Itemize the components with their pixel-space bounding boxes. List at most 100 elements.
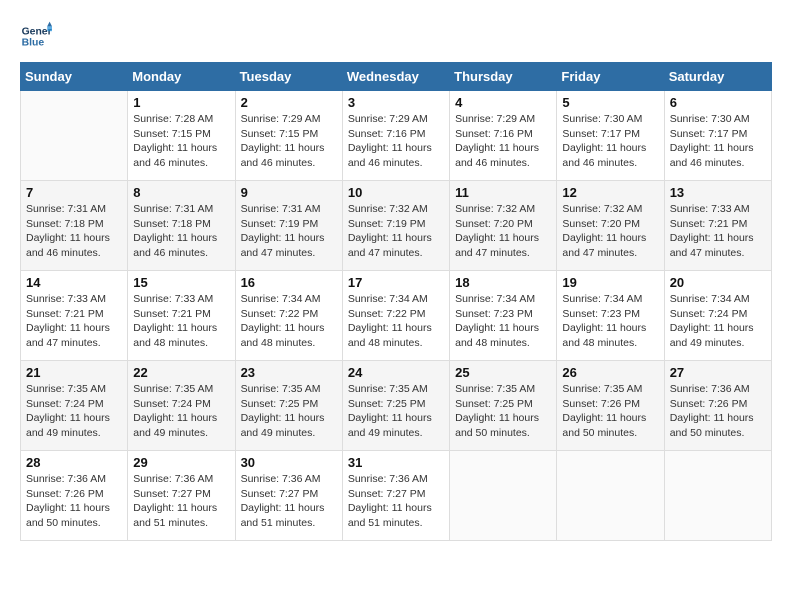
day-info: Sunrise: 7:33 AMSunset: 7:21 PMDaylight:… [133,292,229,351]
calendar-cell: 7Sunrise: 7:31 AMSunset: 7:18 PMDaylight… [21,181,128,271]
page-header: General Blue [20,20,772,52]
day-number: 5 [562,95,658,110]
day-number: 2 [241,95,337,110]
day-info: Sunrise: 7:34 AMSunset: 7:23 PMDaylight:… [562,292,658,351]
day-info: Sunrise: 7:32 AMSunset: 7:20 PMDaylight:… [455,202,551,261]
day-number: 31 [348,455,444,470]
day-info: Sunrise: 7:30 AMSunset: 7:17 PMDaylight:… [562,112,658,171]
calendar-cell: 13 Sunrise: 7:33 AMSunset: 7:21 PMDayligh… [664,181,771,271]
day-info: Sunrise: 7:36 AMSunset: 7:27 PMDaylight:… [348,472,444,531]
calendar-cell: 12 Sunrise: 7:32 AMSunset: 7:20 PMDayligh… [557,181,664,271]
day-number: 10 [348,185,444,200]
day-info: Sunrise: 7:34 AMSunset: 7:24 PMDaylight:… [670,292,766,351]
calendar-cell: 18 Sunrise: 7:34 AMSunset: 7:23 PMDayligh… [450,271,557,361]
calendar-cell: 5 Sunrise: 7:30 AMSunset: 7:17 PMDaylight… [557,91,664,181]
day-info: Sunrise: 7:35 AMSunset: 7:25 PMDaylight:… [348,382,444,441]
calendar-cell: 26 Sunrise: 7:35 AMSunset: 7:26 PMDayligh… [557,361,664,451]
day-number: 8 [133,185,229,200]
day-number: 24 [348,365,444,380]
day-info: Sunrise: 7:32 AMSunset: 7:20 PMDaylight:… [562,202,658,261]
header-sunday: Sunday [21,63,128,91]
calendar-cell: 15 Sunrise: 7:33 AMSunset: 7:21 PMDayligh… [128,271,235,361]
day-number: 1 [133,95,229,110]
day-info: Sunrise: 7:34 AMSunset: 7:22 PMDaylight:… [241,292,337,351]
day-number: 19 [562,275,658,290]
day-number: 15 [133,275,229,290]
day-info: Sunrise: 7:36 AMSunset: 7:27 PMDaylight:… [241,472,337,531]
day-number: 21 [26,365,122,380]
calendar-cell: 11 Sunrise: 7:32 AMSunset: 7:20 PMDayligh… [450,181,557,271]
calendar-cell [557,451,664,541]
day-info: Sunrise: 7:29 AMSunset: 7:16 PMDaylight:… [348,112,444,171]
day-info: Sunrise: 7:31 AMSunset: 7:19 PMDaylight:… [241,202,337,261]
day-info: Sunrise: 7:34 AMSunset: 7:22 PMDaylight:… [348,292,444,351]
logo-icon: General Blue [20,20,52,52]
day-info: Sunrise: 7:36 AMSunset: 7:27 PMDaylight:… [133,472,229,531]
day-number: 6 [670,95,766,110]
logo: General Blue [20,20,52,52]
calendar-cell: 14 Sunrise: 7:33 AMSunset: 7:21 PMDayligh… [21,271,128,361]
day-number: 20 [670,275,766,290]
calendar-cell: 6 Sunrise: 7:30 AMSunset: 7:17 PMDaylight… [664,91,771,181]
day-info: Sunrise: 7:35 AMSunset: 7:24 PMDaylight:… [133,382,229,441]
day-number: 9 [241,185,337,200]
calendar-week-row: 21 Sunrise: 7:35 AMSunset: 7:24 PMDayligh… [21,361,772,451]
day-info: Sunrise: 7:33 AMSunset: 7:21 PMDaylight:… [670,202,766,261]
calendar-cell: 21Sunrise: 7:35 AMSunset: 7:24 PMDayligh… [21,361,128,451]
calendar-cell: 2Sunrise: 7:29 AMSunset: 7:15 PMDaylight… [235,91,342,181]
calendar-cell: 8Sunrise: 7:31 AMSunset: 7:18 PMDaylight… [128,181,235,271]
calendar-week-row: 14 Sunrise: 7:33 AMSunset: 7:21 PMDayligh… [21,271,772,361]
day-number: 18 [455,275,551,290]
calendar-cell: 19 Sunrise: 7:34 AMSunset: 7:23 PMDayligh… [557,271,664,361]
day-number: 22 [133,365,229,380]
calendar-header-row: SundayMondayTuesdayWednesdayThursdayFrid… [21,63,772,91]
day-number: 27 [670,365,766,380]
header-wednesday: Wednesday [342,63,449,91]
calendar-cell: 9 Sunrise: 7:31 AMSunset: 7:19 PMDaylight… [235,181,342,271]
calendar-cell: 27 Sunrise: 7:36 AMSunset: 7:26 PMDayligh… [664,361,771,451]
header-saturday: Saturday [664,63,771,91]
day-info: Sunrise: 7:36 AMSunset: 7:26 PMDaylight:… [26,472,122,531]
day-info: Sunrise: 7:33 AMSunset: 7:21 PMDaylight:… [26,292,122,351]
day-info: Sunrise: 7:32 AMSunset: 7:19 PMDaylight:… [348,202,444,261]
day-info: Sunrise: 7:34 AMSunset: 7:23 PMDaylight:… [455,292,551,351]
calendar-cell: 22 Sunrise: 7:35 AMSunset: 7:24 PMDayligh… [128,361,235,451]
day-number: 13 [670,185,766,200]
day-number: 11 [455,185,551,200]
header-friday: Friday [557,63,664,91]
calendar-cell: 4Sunrise: 7:29 AMSunset: 7:16 PMDaylight… [450,91,557,181]
day-info: Sunrise: 7:36 AMSunset: 7:26 PMDaylight:… [670,382,766,441]
day-number: 26 [562,365,658,380]
svg-text:Blue: Blue [22,38,45,49]
day-info: Sunrise: 7:28 AMSunset: 7:15 PMDaylight:… [133,112,229,171]
calendar-cell: 31 Sunrise: 7:36 AMSunset: 7:27 PMDayligh… [342,451,449,541]
calendar-week-row: 28Sunrise: 7:36 AMSunset: 7:26 PMDayligh… [21,451,772,541]
calendar-cell: 25Sunrise: 7:35 AMSunset: 7:25 PMDayligh… [450,361,557,451]
day-number: 3 [348,95,444,110]
header-monday: Monday [128,63,235,91]
calendar-table: SundayMondayTuesdayWednesdayThursdayFrid… [20,62,772,541]
calendar-cell: 17 Sunrise: 7:34 AMSunset: 7:22 PMDayligh… [342,271,449,361]
calendar-cell: 29Sunrise: 7:36 AMSunset: 7:27 PMDayligh… [128,451,235,541]
day-info: Sunrise: 7:31 AMSunset: 7:18 PMDaylight:… [26,202,122,261]
header-thursday: Thursday [450,63,557,91]
calendar-cell: 23 Sunrise: 7:35 AMSunset: 7:25 PMDayligh… [235,361,342,451]
day-number: 23 [241,365,337,380]
header-tuesday: Tuesday [235,63,342,91]
calendar-cell: 1 Sunrise: 7:28 AMSunset: 7:15 PMDaylight… [128,91,235,181]
day-number: 25 [455,365,551,380]
day-info: Sunrise: 7:30 AMSunset: 7:17 PMDaylight:… [670,112,766,171]
calendar-cell: 30Sunrise: 7:36 AMSunset: 7:27 PMDayligh… [235,451,342,541]
day-number: 4 [455,95,551,110]
calendar-cell: 24 Sunrise: 7:35 AMSunset: 7:25 PMDayligh… [342,361,449,451]
day-number: 12 [562,185,658,200]
calendar-cell: 20 Sunrise: 7:34 AMSunset: 7:24 PMDayligh… [664,271,771,361]
day-info: Sunrise: 7:35 AMSunset: 7:26 PMDaylight:… [562,382,658,441]
day-number: 17 [348,275,444,290]
day-info: Sunrise: 7:35 AMSunset: 7:25 PMDaylight:… [241,382,337,441]
day-number: 14 [26,275,122,290]
calendar-week-row: 1 Sunrise: 7:28 AMSunset: 7:15 PMDaylight… [21,91,772,181]
calendar-week-row: 7Sunrise: 7:31 AMSunset: 7:18 PMDaylight… [21,181,772,271]
calendar-cell: 16Sunrise: 7:34 AMSunset: 7:22 PMDayligh… [235,271,342,361]
calendar-cell: 3 Sunrise: 7:29 AMSunset: 7:16 PMDaylight… [342,91,449,181]
